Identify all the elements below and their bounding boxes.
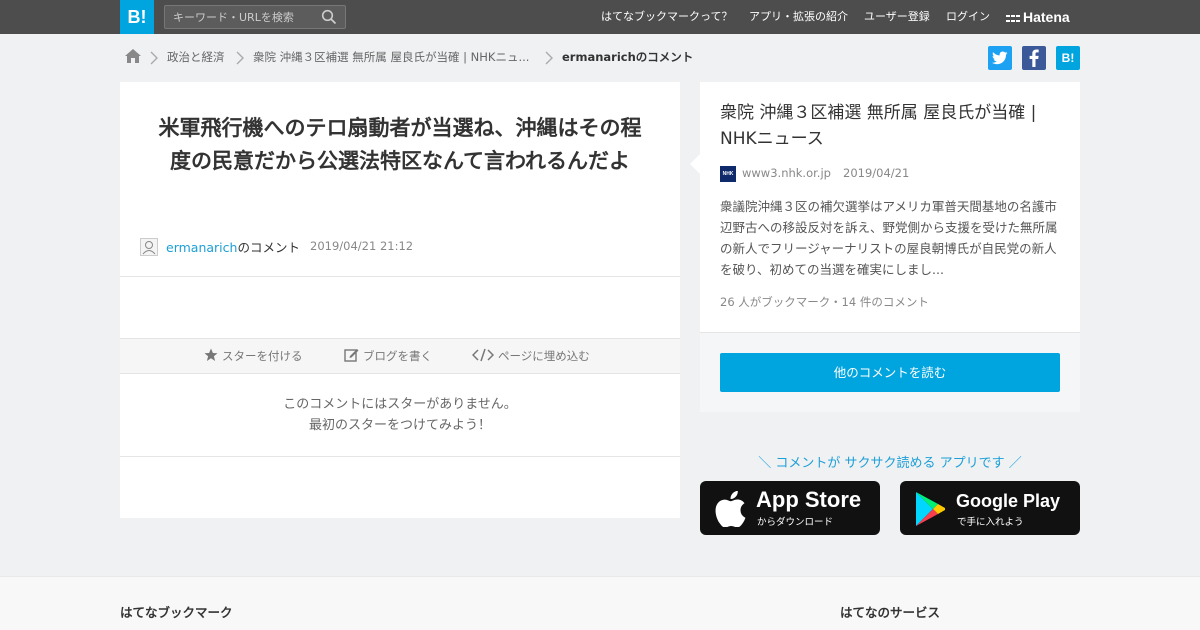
app-store-button[interactable]: App Store からダウンロード (700, 481, 880, 535)
add-star-button[interactable]: スターを付ける (204, 348, 303, 364)
comment-datetime: 2019/04/21 21:12 (310, 239, 414, 253)
app-store-title: App Store (756, 487, 862, 512)
nhk-favicon-icon: NHK (720, 166, 736, 182)
chevron-right-icon (545, 50, 553, 69)
hatena-bookmark-logo[interactable]: B! (120, 0, 154, 34)
nav-apps[interactable]: アプリ・拡張の紹介 (749, 0, 848, 34)
comment-card: 米軍飛行機へのテロ扇動者が当選ね、沖縄はその程度の民意だから公選法特区なんて言わ… (120, 82, 680, 518)
divider (120, 456, 680, 457)
no-star-line: 最初のスターをつけてみよう！ (308, 418, 491, 433)
hatena-share-button[interactable]: B! (1056, 46, 1080, 70)
google-play-title: Google Play (956, 491, 1061, 511)
entry-footer: 他のコメントを読む (700, 332, 1080, 412)
top-header: B! はてなブックマークって？ アプリ・拡張の紹介 ユーザー登録 ログイン Ha… (0, 0, 1200, 34)
embed-button[interactable]: ページに埋め込む (471, 348, 590, 364)
star-icon (204, 348, 218, 361)
comment-user-link[interactable]: ermanarich (166, 240, 237, 255)
chevron-right-icon (236, 50, 244, 69)
breadcrumb-entry[interactable]: 衆院 沖縄３区補選 無所属 屋良氏が当確 | NHKニュ... (253, 48, 529, 66)
hatena-brand-label: Hatena (1023, 9, 1070, 25)
home-icon[interactable] (124, 48, 142, 68)
add-star-label: スターを付ける (222, 349, 303, 363)
app-store-subtitle: からダウンロード (757, 517, 834, 528)
entry-title-link[interactable]: 衆院 沖縄３区補選 無所属 屋良氏が当確 | NHKニュース (720, 100, 1065, 152)
search-input[interactable] (173, 6, 313, 28)
entry-date: 2019/04/21 (843, 166, 910, 180)
comment-byline: ermanarichのコメント (166, 237, 300, 256)
google-play-button[interactable]: Google Play で手に入れよう (900, 481, 1080, 535)
nav-about[interactable]: はてなブックマークって？ (601, 0, 732, 34)
read-more-comments-button[interactable]: 他のコメントを読む (720, 353, 1060, 392)
avatar[interactable] (140, 238, 158, 256)
page-footer: はてなブックマーク はてなのサービス (0, 576, 1200, 630)
code-icon (471, 348, 495, 362)
divider (120, 276, 680, 277)
nav-login[interactable]: ログイン (946, 0, 990, 34)
hatena-bars-icon (1006, 15, 1020, 22)
chevron-right-icon (150, 50, 158, 69)
no-star-message: このコメントにはスターがありません。 最初のスターをつけてみよう！ (120, 394, 680, 436)
write-blog-button[interactable]: ブログを書く (344, 348, 432, 364)
comment-user-suffix: のコメント (237, 240, 300, 255)
hatena-brand-link[interactable]: Hatena (1006, 0, 1070, 34)
facebook-share-button[interactable] (1022, 46, 1046, 70)
footer-heading-bookmark: はてなブックマーク (120, 605, 233, 620)
edit-icon (344, 349, 359, 362)
search-icon[interactable] (321, 9, 337, 29)
embed-label: ページに埋め込む (498, 349, 590, 363)
nav-register[interactable]: ユーザー登録 (864, 0, 930, 34)
entry-domain[interactable]: www3.nhk.or.jp (742, 166, 831, 180)
twitter-icon (992, 51, 1008, 65)
entry-card: 衆院 沖縄３区補選 無所属 屋良氏が当確 | NHKニュース NHK www3.… (690, 82, 1080, 412)
breadcrumb-category[interactable]: 政治と経済 (167, 48, 225, 66)
comment-actions-bar: スターを付ける ブログを書く ページに埋め込む (120, 338, 680, 374)
breadcrumb-current: ermanarichのコメント (562, 50, 694, 64)
write-blog-label: ブログを書く (363, 349, 432, 363)
app-promo-tagline: ＼ コメントが サクサク読める アプリです ／ (758, 456, 1022, 471)
google-play-icon (916, 492, 945, 526)
search-box[interactable] (164, 5, 346, 29)
no-star-line: このコメントにはスターがありません。 (283, 397, 517, 412)
facebook-icon (1029, 49, 1039, 67)
comment-text: 米軍飛行機へのテロ扇動者が当選ね、沖縄はその程度の民意だから公選法特区なんて言わ… (158, 116, 642, 173)
google-play-subtitle: で手に入れよう (957, 517, 1024, 528)
entry-summary[interactable]: 衆議院沖縄３区の補欠選挙はアメリカ軍普天間基地の名護市辺野古への移設反対を訴え、… (720, 196, 1060, 280)
twitter-share-button[interactable] (988, 46, 1012, 70)
apple-icon (715, 491, 746, 527)
entry-counts: 26 人がブックマーク・14 件のコメント (720, 295, 929, 309)
footer-heading-services: はてなのサービス (840, 605, 941, 620)
